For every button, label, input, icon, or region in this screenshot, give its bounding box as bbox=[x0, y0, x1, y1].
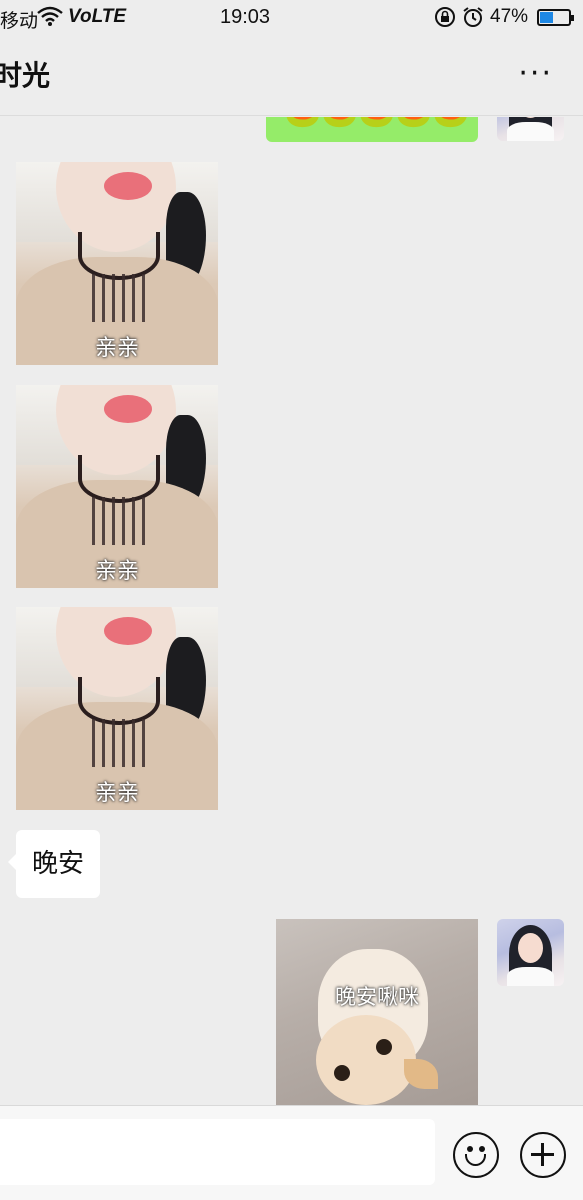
lips-image bbox=[104, 617, 152, 645]
self-avatar[interactable] bbox=[497, 117, 564, 141]
kiss-sticker[interactable]: 亲亲 bbox=[16, 385, 218, 588]
necklace-image bbox=[78, 232, 160, 280]
kiss-sticker[interactable]: 亲亲 bbox=[16, 607, 218, 810]
sticker-caption: 亲亲 bbox=[94, 781, 139, 806]
frog-emoji-icon: 🐸 bbox=[432, 117, 469, 130]
cat-head-image bbox=[316, 1015, 416, 1105]
battery-icon bbox=[537, 9, 574, 26]
battery-fill bbox=[540, 12, 554, 23]
orientation-lock-icon bbox=[434, 6, 456, 33]
cat-eye bbox=[376, 1039, 392, 1055]
sticker-caption: 亲亲 bbox=[94, 559, 139, 584]
chat-header: 时光 ··· bbox=[0, 36, 583, 116]
kiss-sticker[interactable]: 亲亲 bbox=[16, 162, 218, 365]
necklace-image bbox=[78, 455, 160, 503]
carrier-label: 移动 bbox=[0, 10, 39, 32]
necklace-image bbox=[78, 677, 160, 725]
input-bar bbox=[0, 1105, 583, 1200]
alarm-icon bbox=[462, 6, 484, 33]
self-avatar[interactable] bbox=[497, 919, 564, 986]
received-text-bubble[interactable]: 晚安 bbox=[7, 830, 101, 898]
volte-label: VoLTE bbox=[68, 6, 127, 27]
plus-icon[interactable] bbox=[520, 1132, 566, 1178]
lips-image bbox=[104, 172, 152, 200]
message-list[interactable]: 🐸 🐸 🐸 🐸 🐸 亲亲 亲亲 亲亲 bbox=[0, 117, 583, 1105]
sticker-caption: 晚安啾咪 bbox=[335, 985, 419, 1009]
lips-image bbox=[104, 395, 152, 423]
cat-eye bbox=[334, 1065, 350, 1081]
sent-emoji-bubble[interactable]: 🐸 🐸 🐸 🐸 🐸 bbox=[266, 117, 478, 142]
frog-emoji-icon: 🐸 bbox=[358, 117, 395, 130]
frog-emoji-icon: 🐸 bbox=[321, 117, 358, 130]
battery-percent: 47% bbox=[490, 6, 529, 27]
message-input[interactable] bbox=[0, 1119, 435, 1185]
sticker-caption: 亲亲 bbox=[94, 336, 139, 361]
frog-emoji-icon: 🐸 bbox=[395, 117, 432, 130]
clock: 19:03 bbox=[220, 6, 271, 28]
emoji-icon[interactable] bbox=[453, 1132, 499, 1178]
more-options-button[interactable]: ··· bbox=[518, 56, 553, 91]
wifi-icon bbox=[37, 6, 63, 31]
status-bar: 移动 VoLTE 19:03 47% bbox=[0, 0, 583, 36]
frog-emoji-icon: 🐸 bbox=[284, 117, 321, 130]
chat-title: 时光 bbox=[0, 59, 51, 92]
cat-sticker[interactable]: 晚安啾咪 bbox=[276, 919, 478, 1105]
